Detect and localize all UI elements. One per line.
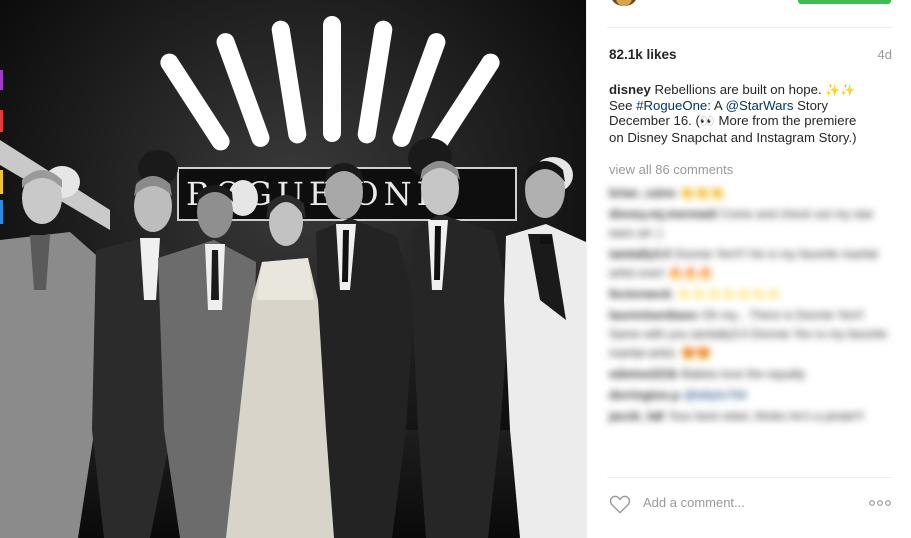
- follow-button[interactable]: [798, 0, 891, 4]
- divider: [607, 27, 893, 28]
- post-caption: disney Rebellions are built on hope. ✨✨ …: [609, 82, 857, 145]
- caption-a: : A: [707, 98, 722, 114]
- eyes-emoji-icon: 👀: [699, 114, 715, 129]
- comments-list: brian_caine 👏👏👏 disney.mj.mermaid Come and…: [609, 184, 889, 428]
- sparkles-emoji-icon: ✨✨: [825, 83, 856, 97]
- post-timestamp[interactable]: 4d: [878, 47, 892, 62]
- list-item: jacob_la8 Your best rebel, thinks he's a …: [609, 409, 865, 423]
- caption-story: Story: [797, 98, 828, 114]
- avatar[interactable]: [611, 0, 637, 6]
- heart-outline-icon[interactable]: [609, 494, 631, 514]
- caption-text-line1: Rebellions are built on hope.: [654, 82, 822, 97]
- list-item: brian_caine 👏👏👏: [609, 186, 725, 200]
- caption-snapchat: on Disney Snapchat and Instagram Story.): [609, 129, 857, 145]
- divider: [607, 477, 893, 478]
- view-all-comments-link[interactable]: view all 86 comments: [609, 162, 733, 177]
- post-photo[interactable]: ROGUE ONE: [0, 0, 586, 538]
- caption-mention-link[interactable]: @StarWars: [726, 98, 794, 113]
- caption-username[interactable]: disney: [609, 82, 651, 97]
- caption-see: See: [609, 98, 633, 114]
- list-item: fectorweck ✨✨✨✨✨✨✨: [609, 287, 781, 301]
- caption-hashtag-link[interactable]: #RogueOne: [636, 98, 707, 113]
- list-item: edmise221b Babies love the equally: [609, 367, 806, 381]
- list-item: disney.mj.mermaid Come and check out my s…: [609, 207, 874, 240]
- list-item: iamtally3.0 Donnie Yen!!! He is my favori…: [609, 247, 878, 280]
- list-item: laurentsenbaso Oh my... There is Donnie Y…: [609, 308, 888, 360]
- likes-count[interactable]: 82.1k likes: [609, 47, 677, 62]
- post-sidebar: 82.1k likes 4d disney Rebellions are bui…: [586, 0, 911, 538]
- premiere-photo-illustration: ROGUE ONE: [0, 0, 586, 538]
- list-item: derrington.p @billyfu794: [609, 388, 747, 402]
- more-options-icon[interactable]: [868, 498, 892, 508]
- caption-date: December 16.: [609, 113, 692, 129]
- add-comment-input[interactable]: Add a comment...: [643, 495, 745, 510]
- caption-more: More from the premiere: [718, 113, 857, 129]
